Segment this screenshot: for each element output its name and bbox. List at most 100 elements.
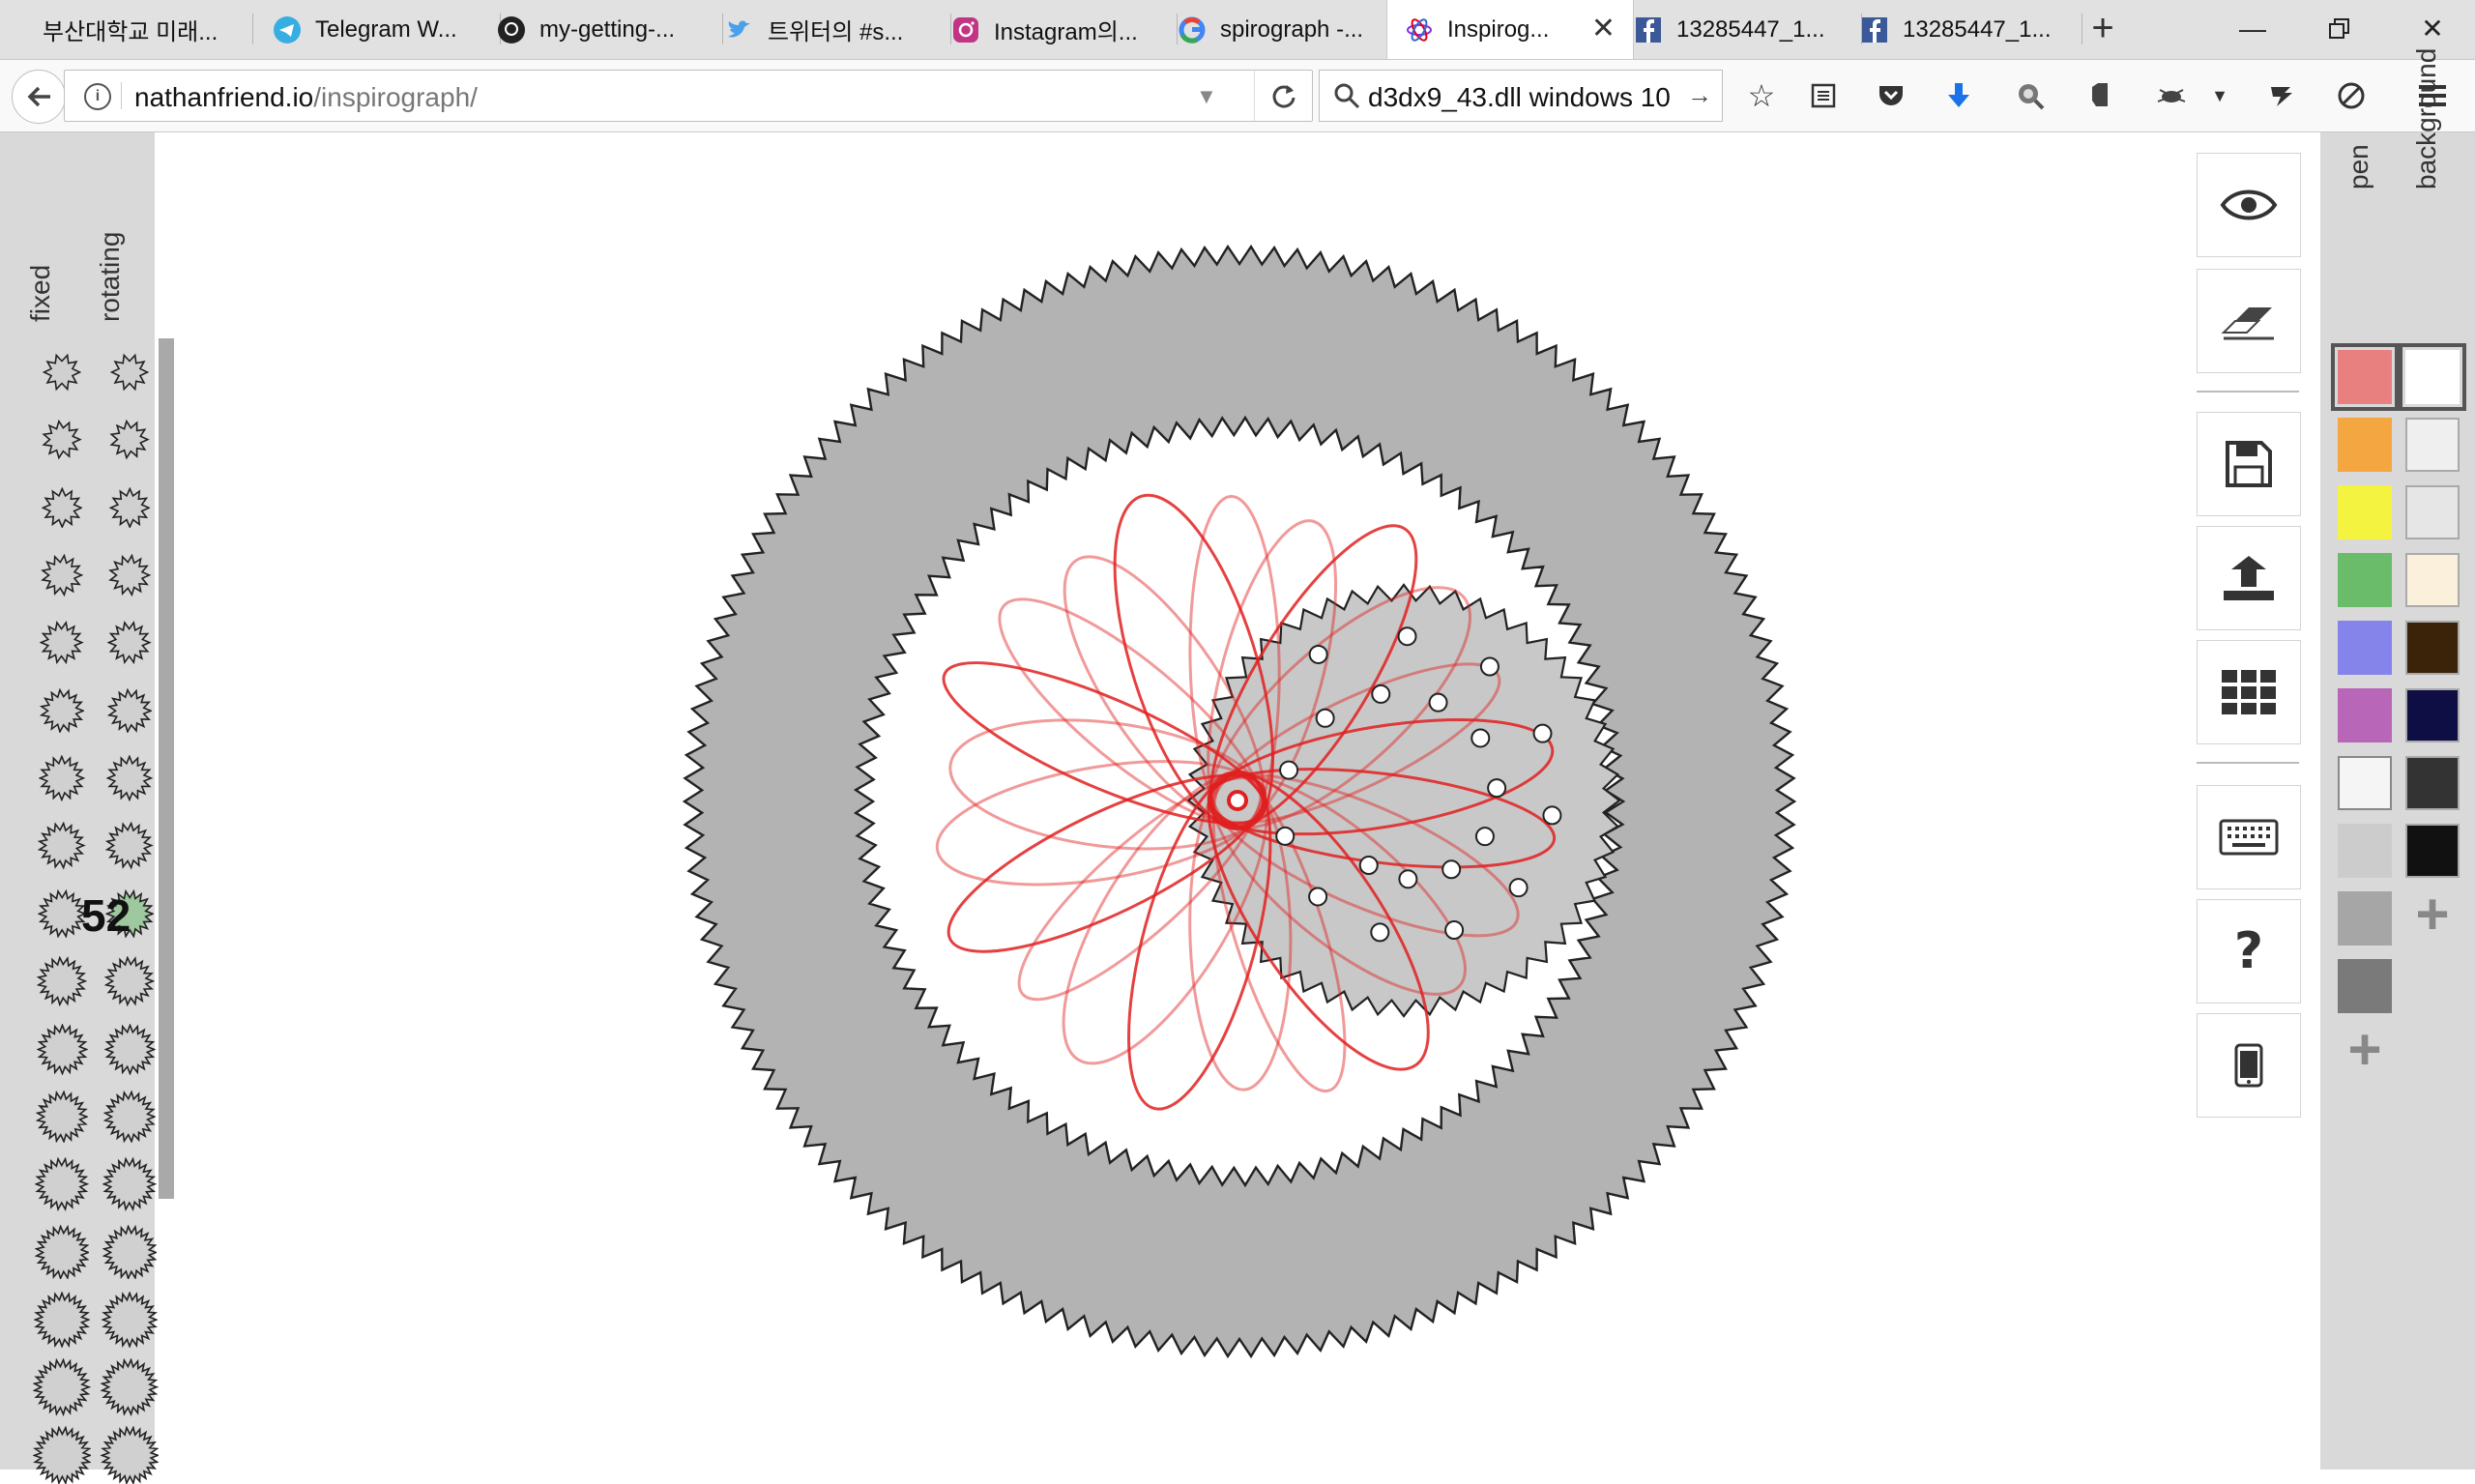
pen-hole[interactable] bbox=[1397, 626, 1417, 647]
gear-option-icon[interactable] bbox=[106, 755, 153, 801]
gear-option-icon[interactable] bbox=[34, 1224, 90, 1280]
pen-hole[interactable] bbox=[1398, 869, 1418, 889]
gear-option-icon[interactable] bbox=[38, 822, 86, 870]
pen-hole[interactable] bbox=[1479, 656, 1500, 677]
gear-option-icon[interactable] bbox=[108, 554, 151, 597]
mobile-view-button[interactable] bbox=[2197, 1013, 2301, 1118]
background-color-swatch[interactable] bbox=[2405, 418, 2460, 472]
reload-button[interactable] bbox=[1254, 71, 1313, 121]
gear-option-icon[interactable] bbox=[37, 888, 87, 939]
tab-google-spirograph[interactable]: spirograph -... bbox=[1160, 0, 1404, 59]
gear-panel-scrollbar[interactable] bbox=[159, 338, 174, 1199]
pen-color-swatch[interactable] bbox=[2338, 621, 2392, 675]
gallery-button[interactable] bbox=[2197, 640, 2301, 744]
add-background-color-icon[interactable]: + bbox=[2405, 886, 2460, 944]
search-bar[interactable]: d3dx9_43.dll windows 10 → bbox=[1319, 70, 1723, 122]
close-window-button[interactable]: ✕ bbox=[2403, 8, 2461, 50]
pen-hole[interactable] bbox=[1308, 887, 1328, 907]
rotating-gear[interactable] bbox=[1186, 583, 1621, 1018]
gear-option-icon[interactable] bbox=[35, 1090, 89, 1144]
gear-option-icon[interactable] bbox=[102, 1090, 157, 1144]
pen-hole[interactable] bbox=[1371, 684, 1391, 704]
restore-button[interactable] bbox=[2311, 8, 2369, 50]
tab-instagram[interactable]: Instagram의... bbox=[934, 0, 1178, 59]
zoom-extension-icon[interactable] bbox=[2005, 70, 2055, 122]
gear-option-icon[interactable] bbox=[102, 1157, 157, 1211]
gear-option-icon[interactable] bbox=[107, 621, 152, 665]
gear-option-icon[interactable] bbox=[32, 1425, 92, 1484]
gear-option-icon[interactable] bbox=[35, 1157, 89, 1211]
tab-github[interactable]: my-getting-... bbox=[481, 0, 723, 59]
pocket-icon[interactable] bbox=[1866, 70, 1916, 122]
pen-hole[interactable] bbox=[1279, 760, 1299, 780]
help-button[interactable]: ? bbox=[2197, 899, 2301, 1004]
gear-option-icon[interactable] bbox=[110, 353, 149, 392]
reading-list-icon[interactable] bbox=[1798, 70, 1849, 122]
gear-option-icon[interactable] bbox=[104, 956, 155, 1006]
new-tab-button[interactable]: + bbox=[2083, 8, 2122, 50]
gear-option-icon[interactable] bbox=[39, 755, 85, 801]
pen-color-swatch[interactable] bbox=[2338, 553, 2392, 607]
spirograph-canvas[interactable] bbox=[0, 0, 2475, 1469]
pen-color-swatch[interactable] bbox=[2338, 485, 2392, 539]
evernote-icon[interactable] bbox=[2075, 70, 2125, 122]
gear-option-icon[interactable] bbox=[100, 1425, 160, 1484]
pen-hole[interactable] bbox=[1441, 859, 1462, 880]
bookmark-star-icon[interactable]: ☆ bbox=[1736, 70, 1787, 122]
pen-hole[interactable] bbox=[1542, 805, 1562, 826]
extension-dropdown-icon[interactable]: ▼ bbox=[2195, 70, 2245, 122]
pen-hole[interactable] bbox=[1428, 692, 1448, 713]
tab-twitter[interactable]: 트위터의 #s... bbox=[708, 0, 951, 59]
background-color-swatch[interactable] bbox=[2405, 824, 2460, 878]
pen-hole[interactable] bbox=[1358, 856, 1379, 876]
gear-option-icon[interactable] bbox=[33, 1358, 91, 1416]
pen-hole[interactable] bbox=[1487, 778, 1507, 799]
tab-inspirograph[interactable]: Inspirog... ✕ bbox=[1386, 0, 1634, 59]
toggle-gears-button[interactable] bbox=[2197, 153, 2301, 257]
search-input[interactable]: d3dx9_43.dll windows 10 bbox=[1368, 82, 1671, 113]
gear-option-icon[interactable] bbox=[109, 420, 150, 460]
background-color-swatch[interactable] bbox=[2405, 553, 2460, 607]
tab-busan-univ[interactable]: 부산대학교 미래... bbox=[0, 0, 253, 59]
chevron-down-icon[interactable]: ▼ bbox=[1196, 84, 1217, 109]
pen-hole[interactable] bbox=[1508, 878, 1529, 898]
pen-hole[interactable] bbox=[1275, 826, 1296, 846]
pen-hole[interactable] bbox=[1474, 827, 1495, 847]
tab-facebook-1[interactable]: 13285447_1... bbox=[1615, 0, 1862, 59]
address-bar[interactable]: i nathanfriend.io/inspirograph/ ▼ bbox=[64, 70, 1313, 122]
pen-color-swatch[interactable] bbox=[2338, 756, 2392, 810]
add-pen-color-icon[interactable]: + bbox=[2338, 1021, 2392, 1079]
gear-option-icon[interactable] bbox=[105, 822, 154, 870]
minimize-button[interactable]: — bbox=[2224, 8, 2282, 50]
gear-option-icon[interactable] bbox=[43, 353, 81, 392]
background-color-swatch[interactable] bbox=[2405, 485, 2460, 539]
gear-option-icon[interactable] bbox=[103, 1023, 156, 1075]
save-button[interactable] bbox=[2197, 412, 2301, 516]
background-color-swatch[interactable] bbox=[2399, 343, 2466, 411]
pen-hole[interactable] bbox=[1470, 728, 1491, 748]
background-color-swatch[interactable] bbox=[2405, 756, 2460, 810]
pen-color-swatch[interactable] bbox=[2331, 343, 2399, 411]
gear-option-icon[interactable] bbox=[41, 554, 83, 597]
bug-extension-icon[interactable] bbox=[2146, 70, 2197, 122]
gear-option-icon[interactable] bbox=[106, 687, 153, 734]
gear-option-icon[interactable] bbox=[36, 1023, 88, 1075]
pen-color-swatch[interactable] bbox=[2338, 418, 2392, 472]
close-tab-icon[interactable]: ✕ bbox=[1591, 15, 1616, 44]
pen-hole[interactable] bbox=[1532, 723, 1553, 743]
gear-option-icon[interactable] bbox=[102, 1224, 158, 1280]
gear-option-icon[interactable] bbox=[39, 687, 85, 734]
background-color-swatch[interactable] bbox=[2405, 621, 2460, 675]
clear-button[interactable] bbox=[2197, 269, 2301, 373]
download-icon[interactable] bbox=[1934, 70, 1984, 122]
pen-holes[interactable] bbox=[1275, 626, 1562, 943]
gear-option-icon[interactable] bbox=[42, 420, 82, 460]
tab-facebook-2[interactable]: 13285447_1... bbox=[1843, 0, 2082, 59]
pen-hole[interactable] bbox=[1370, 922, 1390, 943]
gear-option-icon[interactable] bbox=[101, 1291, 159, 1349]
gear-option-icon[interactable] bbox=[33, 1291, 91, 1349]
pen-color-swatch[interactable] bbox=[2338, 891, 2392, 946]
fixed-ring-gear[interactable] bbox=[682, 244, 1797, 1359]
gear-option-icon[interactable] bbox=[41, 486, 83, 529]
info-icon[interactable]: i bbox=[84, 83, 111, 110]
